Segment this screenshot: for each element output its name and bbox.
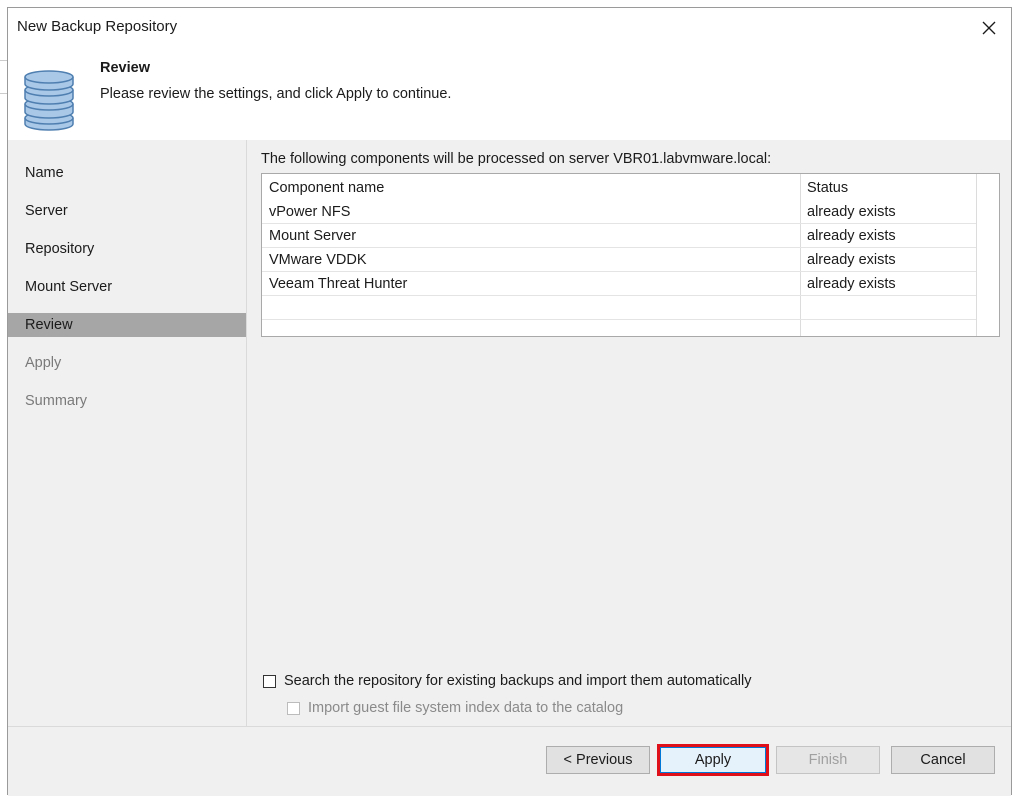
column-separator: [976, 174, 977, 336]
step-review[interactable]: Review: [8, 313, 246, 337]
apply-button[interactable]: Apply: [657, 744, 769, 776]
review-content: The following components will be process…: [261, 140, 1001, 726]
component-status-cell: already exists: [807, 204, 896, 220]
wizard-body: Name Server Repository Mount Server Revi…: [8, 140, 1011, 726]
component-name-cell: VMware VDDK: [269, 252, 367, 268]
component-status-cell: already exists: [807, 252, 896, 268]
step-repository[interactable]: Repository: [8, 237, 246, 261]
step-mount-server[interactable]: Mount Server: [8, 275, 246, 299]
column-header-status[interactable]: Status: [807, 176, 848, 200]
component-name-cell: Mount Server: [269, 228, 357, 244]
cancel-button[interactable]: Cancel: [891, 746, 995, 774]
database-icon: [24, 70, 74, 131]
wizard-footer: < Previous Apply Finish Cancel: [8, 726, 1011, 796]
table-row[interactable]: vPower NFS already exists: [262, 200, 976, 224]
table-row-empty: [262, 296, 976, 320]
dialog-titlebar: New Backup Repository: [8, 8, 1011, 48]
search-existing-backups-option[interactable]: Search the repository for existing backu…: [263, 673, 751, 689]
table-row[interactable]: Veeam Threat Hunter already exists: [262, 272, 976, 296]
table-row[interactable]: Mount Server already exists: [262, 224, 976, 248]
component-name-cell: vPower NFS: [269, 204, 351, 220]
import-index-checkbox: [287, 701, 300, 715]
wizard-header: Review Please review the settings, and c…: [8, 48, 1011, 140]
search-existing-backups-label: Search the repository for existing backu…: [284, 673, 752, 689]
finish-button: Finish: [776, 746, 880, 774]
component-name-cell: Veeam Threat Hunter: [269, 276, 408, 292]
import-index-option: Import guest file system index data to t…: [287, 700, 623, 716]
table-row[interactable]: VMware VDDK already exists: [262, 248, 976, 272]
close-icon: [982, 21, 996, 35]
column-header-component-name[interactable]: Component name: [269, 176, 384, 200]
component-status-cell: already exists: [807, 228, 896, 244]
wizard-steps-sidebar: Name Server Repository Mount Server Revi…: [8, 140, 247, 726]
close-button[interactable]: [975, 14, 1003, 42]
table-header-row: Component name Status: [262, 174, 976, 198]
step-apply: Apply: [25, 355, 62, 371]
dialog-title: New Backup Repository: [17, 18, 178, 35]
table-row-empty: [262, 320, 976, 336]
components-table: Component name Status vPower NFS already…: [261, 173, 1000, 337]
new-backup-repository-dialog: New Backup Repository Review Please revi…: [7, 7, 1012, 796]
previous-button[interactable]: < Previous: [546, 746, 650, 774]
step-server[interactable]: Server: [8, 199, 246, 223]
search-existing-backups-checkbox[interactable]: [263, 674, 276, 688]
import-index-label: Import guest file system index data to t…: [308, 700, 624, 716]
components-intro-text: The following components will be process…: [261, 151, 772, 167]
step-title: Review: [100, 60, 150, 76]
component-status-cell: already exists: [807, 276, 896, 292]
step-name[interactable]: Name: [8, 161, 246, 185]
step-summary: Summary: [25, 393, 88, 409]
step-subtitle: Please review the settings, and click Ap…: [100, 86, 452, 102]
